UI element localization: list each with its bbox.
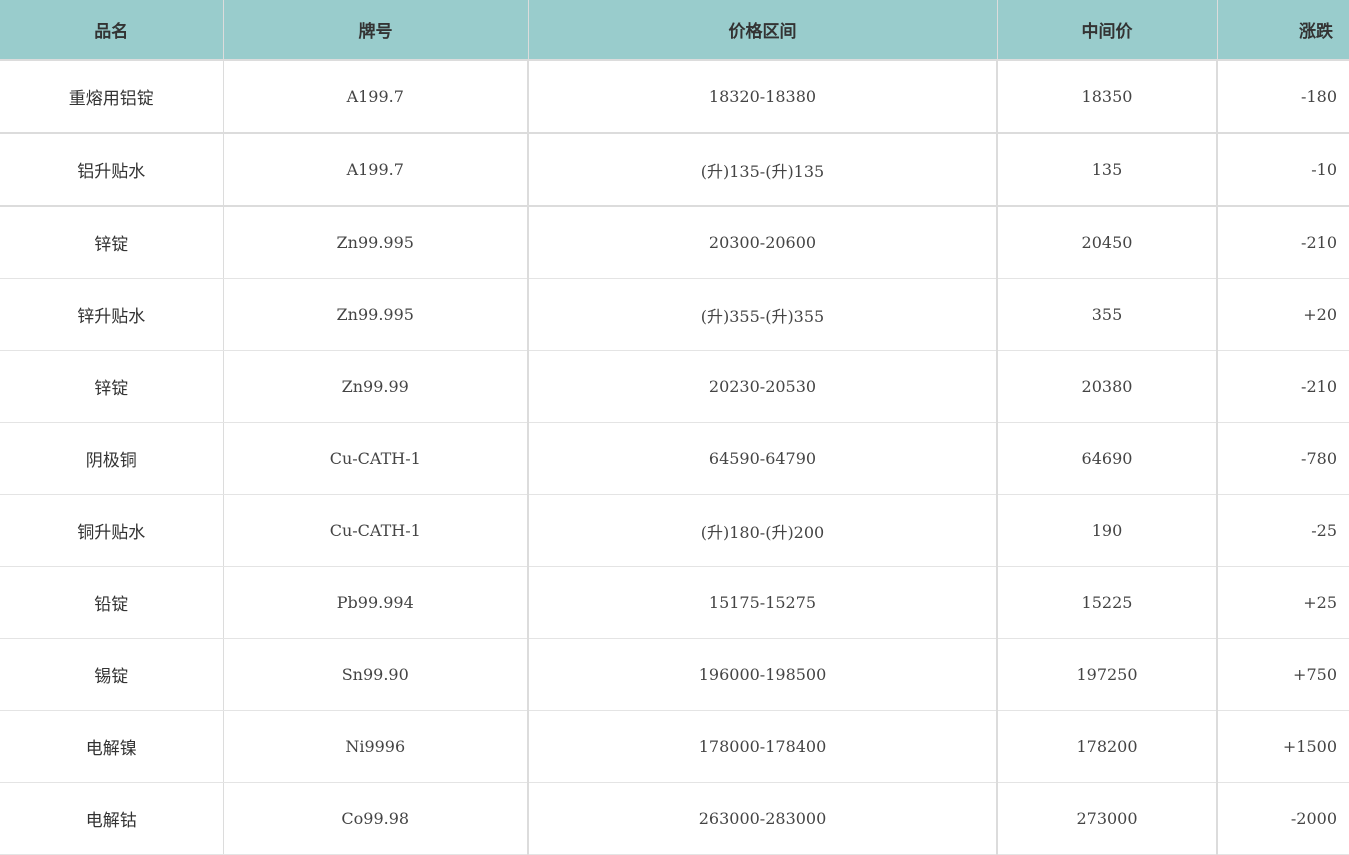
cell-price-range: 64590-64790 (528, 422, 998, 495)
cell-grade: Cu-CATH-1 (223, 422, 529, 495)
cell-price-range: (升)355-(升)355 (528, 278, 998, 351)
column-header-change[interactable]: 涨跌 (1217, 0, 1349, 61)
cell-price-range: (升)135-(升)135 (528, 133, 998, 207)
table-body: 重熔用铝锭 A199.7 18320-18380 18350 -180 铝升贴水… (0, 60, 1349, 855)
cell-grade: A199.7 (223, 60, 529, 134)
cell-change: +20 (1217, 278, 1349, 351)
cell-name: 阴极铜 (0, 422, 224, 495)
cell-change: -2000 (1217, 782, 1349, 855)
cell-name: 铜升贴水 (0, 494, 224, 567)
cell-mid-price: 178200 (997, 710, 1218, 783)
column-header-mid-price[interactable]: 中间价 (997, 0, 1218, 61)
cell-name: 电解镍 (0, 710, 224, 783)
cell-name: 锌升贴水 (0, 278, 224, 351)
cell-name: 电解钴 (0, 782, 224, 855)
cell-price-range: 178000-178400 (528, 710, 998, 783)
cell-grade: Co99.98 (223, 782, 529, 855)
cell-mid-price: 273000 (997, 782, 1218, 855)
table-row: 铅锭 Pb99.994 15175-15275 15225 +25 (0, 566, 1349, 639)
cell-change: +750 (1217, 638, 1349, 711)
cell-mid-price: 20450 (997, 206, 1218, 279)
cell-price-range: 263000-283000 (528, 782, 998, 855)
cell-price-range: 15175-15275 (528, 566, 998, 639)
cell-mid-price: 355 (997, 278, 1218, 351)
cell-name: 重熔用铝锭 (0, 60, 224, 134)
cell-mid-price: 20380 (997, 350, 1218, 423)
cell-change: -210 (1217, 350, 1349, 423)
header-row: 品名 牌号 价格区间 中间价 涨跌 (0, 0, 1349, 61)
cell-price-range: 20300-20600 (528, 206, 998, 279)
column-header-grade[interactable]: 牌号 (223, 0, 529, 61)
table-row: 锌锭 Zn99.99 20230-20530 20380 -210 (0, 350, 1349, 423)
table-row: 铜升贴水 Cu-CATH-1 (升)180-(升)200 190 -25 (0, 494, 1349, 567)
column-header-name[interactable]: 品名 (0, 0, 224, 61)
table-header: 品名 牌号 价格区间 中间价 涨跌 (0, 0, 1349, 61)
cell-change: -180 (1217, 60, 1349, 134)
cell-grade: Ni9996 (223, 710, 529, 783)
table-row: 阴极铜 Cu-CATH-1 64590-64790 64690 -780 (0, 422, 1349, 495)
table-row: 重熔用铝锭 A199.7 18320-18380 18350 -180 (0, 60, 1349, 134)
cell-grade: Cu-CATH-1 (223, 494, 529, 567)
cell-grade: Pb99.994 (223, 566, 529, 639)
table-row: 锌锭 Zn99.995 20300-20600 20450 -210 (0, 206, 1349, 279)
cell-change: -780 (1217, 422, 1349, 495)
cell-grade: Zn99.99 (223, 350, 529, 423)
cell-mid-price: 190 (997, 494, 1218, 567)
cell-mid-price: 15225 (997, 566, 1218, 639)
cell-mid-price: 135 (997, 133, 1218, 207)
table-row: 电解镍 Ni9996 178000-178400 178200 +1500 (0, 710, 1349, 783)
cell-change: -210 (1217, 206, 1349, 279)
table-row: 锌升贴水 Zn99.995 (升)355-(升)355 355 +20 (0, 278, 1349, 351)
cell-mid-price: 197250 (997, 638, 1218, 711)
cell-name: 锌锭 (0, 350, 224, 423)
cell-grade: A199.7 (223, 133, 529, 207)
table-row: 铝升贴水 A199.7 (升)135-(升)135 135 -10 (0, 133, 1349, 207)
cell-mid-price: 64690 (997, 422, 1218, 495)
cell-price-range: 18320-18380 (528, 60, 998, 134)
cell-change: +25 (1217, 566, 1349, 639)
table-row: 锡锭 Sn99.90 196000-198500 197250 +750 (0, 638, 1349, 711)
cell-name: 锌锭 (0, 206, 224, 279)
cell-price-range: 20230-20530 (528, 350, 998, 423)
cell-grade: Zn99.995 (223, 206, 529, 279)
cell-grade: Zn99.995 (223, 278, 529, 351)
price-table: 品名 牌号 价格区间 中间价 涨跌 重熔用铝锭 A199.7 18320-183… (0, 0, 1349, 855)
cell-name: 锡锭 (0, 638, 224, 711)
cell-change: -10 (1217, 133, 1349, 207)
cell-grade: Sn99.90 (223, 638, 529, 711)
cell-price-range: 196000-198500 (528, 638, 998, 711)
cell-change: +1500 (1217, 710, 1349, 783)
cell-name: 铝升贴水 (0, 133, 224, 207)
column-header-price-range[interactable]: 价格区间 (528, 0, 998, 61)
cell-price-range: (升)180-(升)200 (528, 494, 998, 567)
cell-name: 铅锭 (0, 566, 224, 639)
cell-mid-price: 18350 (997, 60, 1218, 134)
cell-change: -25 (1217, 494, 1349, 567)
table-row: 电解钴 Co99.98 263000-283000 273000 -2000 (0, 782, 1349, 855)
